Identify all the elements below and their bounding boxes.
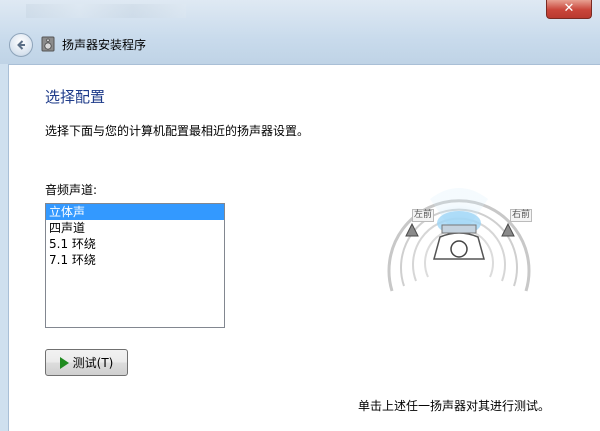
test-button[interactable]: 测试(T) — [45, 349, 128, 376]
blurred-caption — [26, 4, 186, 18]
back-arrow-icon — [17, 40, 25, 50]
channel-label: 音频声道: — [45, 183, 98, 197]
sound-field — [387, 188, 531, 292]
hint-text: 单击上述任一扬声器对其进行测试。 — [358, 399, 551, 413]
list-item-5-1[interactable]: 5.1 环绕 — [46, 236, 224, 252]
channel-listbox[interactable]: 立体声 四声道 5.1 环绕 7.1 环绕 — [45, 203, 225, 328]
right-speaker-label: 右前 — [510, 209, 533, 222]
right-speaker-icon[interactable] — [500, 223, 516, 237]
listener-icon — [433, 224, 485, 260]
page-description: 选择下面与您的计算机配置最相近的扬声器设置。 — [45, 124, 310, 138]
test-button-label: 测试(T) — [72, 356, 114, 370]
speaker-setup-icon — [41, 36, 55, 52]
page-heading: 选择配置 — [45, 88, 106, 106]
speaker-diagram: 左前 右前 — [364, 141, 554, 321]
left-speaker-label: 左前 — [412, 209, 435, 222]
list-item-quad[interactable]: 四声道 — [46, 220, 224, 236]
title-bar: ✕ 扬声器安装程序 — [0, 0, 600, 64]
list-item-stereo[interactable]: 立体声 — [46, 204, 224, 220]
left-speaker-icon[interactable] — [404, 223, 420, 237]
close-icon: ✕ — [563, 1, 575, 16]
back-button[interactable] — [9, 33, 33, 57]
list-item-7-1[interactable]: 7.1 环绕 — [46, 252, 224, 268]
window-title: 扬声器安装程序 — [62, 38, 147, 52]
content-panel: 选择配置 选择下面与您的计算机配置最相近的扬声器设置。 音频声道: 立体声 四声… — [8, 64, 600, 431]
close-button[interactable]: ✕ — [546, 0, 592, 19]
play-icon — [59, 356, 69, 369]
